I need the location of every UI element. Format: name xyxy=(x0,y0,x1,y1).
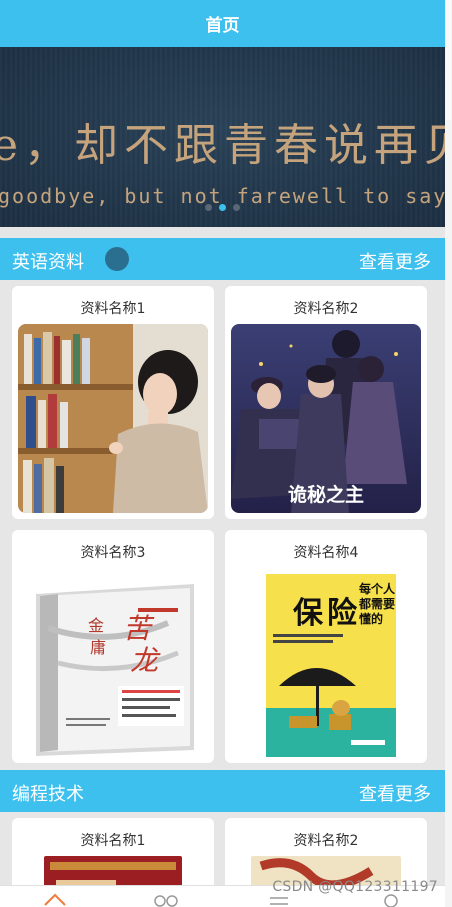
watermark-text: CSDN @QQ123311197 xyxy=(272,879,438,895)
svg-text:龙: 龙 xyxy=(130,644,161,677)
carousel-dot-active[interactable] xyxy=(219,204,226,211)
card-title: 资料名称2 xyxy=(293,301,359,317)
card-title: 资料名称4 xyxy=(293,545,359,561)
resource-card[interactable]: 资料名称2 xyxy=(225,286,427,519)
app-screen: 首页 e，却不跟青春说再见 goodbye, but not farewell … xyxy=(0,0,445,907)
svg-text:金: 金 xyxy=(88,616,104,635)
card-image-woman-reading[interactable] xyxy=(18,324,208,513)
resource-card[interactable]: 资料名称3 金 庸 苦 龙 xyxy=(12,530,214,763)
banner-headline: e，却不跟青春说再见 xyxy=(0,120,445,171)
section-title: 编程技术 xyxy=(12,784,84,805)
svg-text:每个人: 每个人 xyxy=(359,581,396,596)
resource-card[interactable]: 资料名称1 xyxy=(12,286,214,519)
card-title: 资料名称1 xyxy=(80,301,146,317)
card-title: 资料名称3 xyxy=(80,545,146,561)
scrollbar-track[interactable] xyxy=(445,0,452,907)
section-header-programming: 编程技术 查看更多 xyxy=(0,770,445,812)
book-cover-insurance: 保 险 每个人 都需要 懂的 xyxy=(231,568,421,757)
woman-reading-illustration xyxy=(18,324,208,513)
touch-indicator xyxy=(105,247,129,271)
see-more-link[interactable]: 查看更多 xyxy=(359,780,431,806)
section-header-english: 英语资料 查看更多 xyxy=(0,238,445,280)
carousel-indicator xyxy=(0,204,445,211)
card-image-book-insurance[interactable]: 保 险 每个人 都需要 懂的 xyxy=(231,568,421,757)
scrollbar-thumb[interactable] xyxy=(446,0,451,120)
svg-text:险: 险 xyxy=(327,596,358,631)
home-icon[interactable] xyxy=(42,891,68,907)
card-title: 资料名称2 xyxy=(293,833,359,849)
see-more-link[interactable]: 查看更多 xyxy=(359,248,431,274)
cover-title: 诡秘之主 xyxy=(288,483,364,506)
carousel-dot[interactable] xyxy=(233,204,240,211)
page-title: 首页 xyxy=(205,16,240,36)
card-title: 资料名称1 xyxy=(80,833,146,849)
resource-card[interactable]: 资料名称4 保 险 每个人 都需要 懂的 xyxy=(225,530,427,763)
svg-text:懂的: 懂的 xyxy=(358,611,383,626)
carousel-dot[interactable] xyxy=(205,204,212,211)
section-title: 英语资料 xyxy=(12,252,84,273)
banner-carousel[interactable]: e，却不跟青春说再见 goodbye, but not farewell to … xyxy=(0,47,445,227)
svg-text:苦: 苦 xyxy=(123,612,155,645)
svg-text:都需要: 都需要 xyxy=(358,596,395,611)
glasses-icon[interactable] xyxy=(153,891,179,907)
card-image-anime-cover[interactable]: 诡秘之主 xyxy=(231,324,421,513)
svg-text:保: 保 xyxy=(293,596,324,631)
svg-text:庸: 庸 xyxy=(90,638,106,657)
card-image-book-jinyong[interactable]: 金 庸 苦 龙 xyxy=(18,568,208,757)
top-bar: 首页 xyxy=(0,0,445,47)
anime-cover-illustration: 诡秘之主 xyxy=(231,324,421,513)
book-cover-jinyong: 金 庸 苦 龙 xyxy=(18,568,208,757)
